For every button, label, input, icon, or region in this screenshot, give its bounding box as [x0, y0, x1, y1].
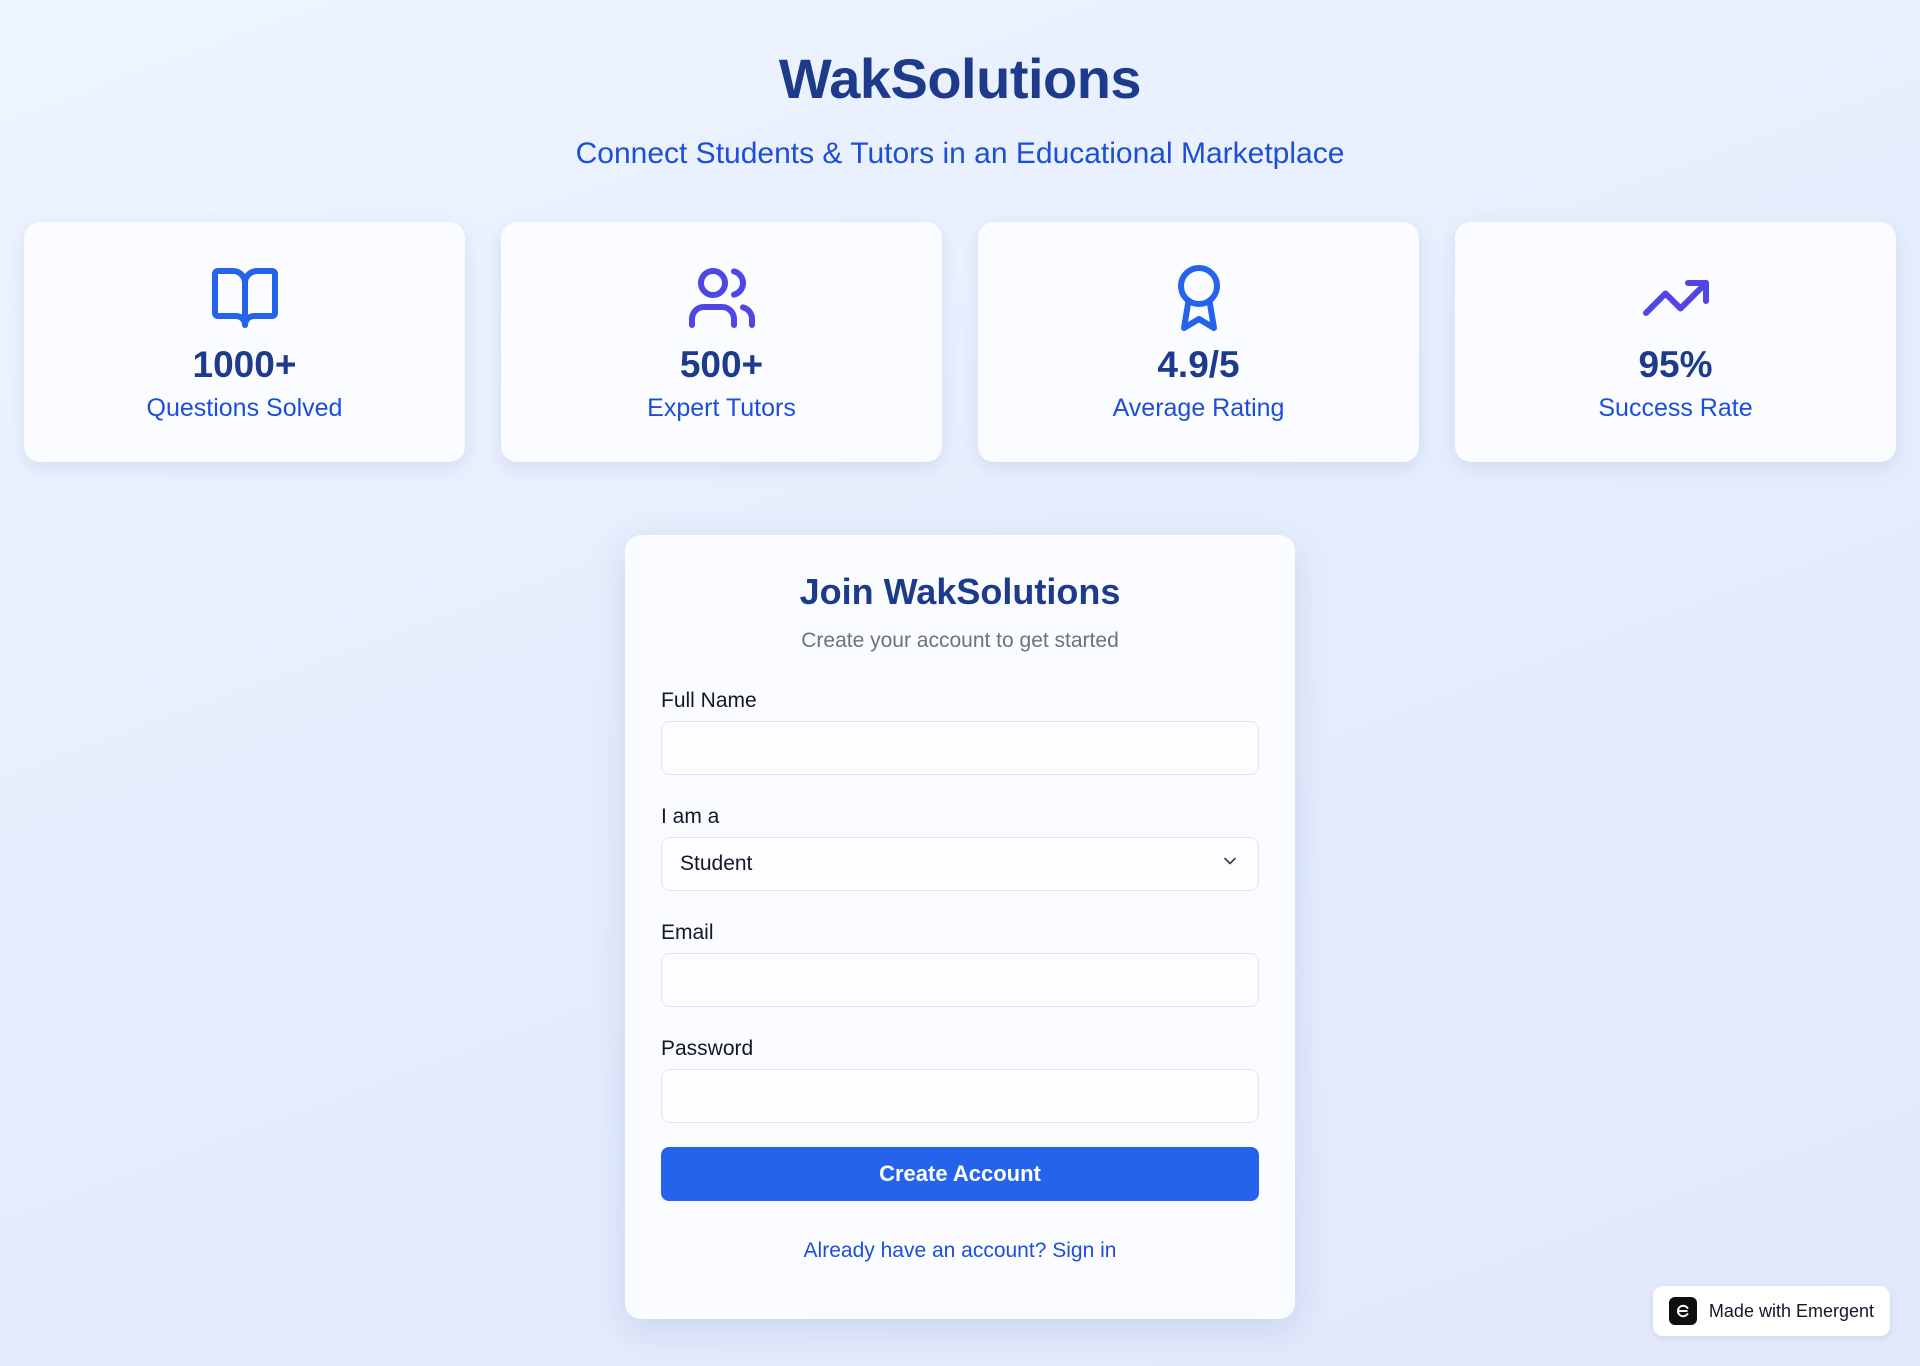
stat-label: Success Rate [1598, 394, 1753, 422]
made-with-emergent-badge[interactable]: Made with Emergent [1652, 1286, 1890, 1336]
site-title: WakSolutions [778, 47, 1142, 110]
full-name-label: Full Name [661, 689, 757, 712]
trending-up-icon [1638, 260, 1714, 336]
email-input[interactable] [661, 953, 1259, 1007]
stat-card-tutors: 500+ Expert Tutors [501, 222, 942, 462]
full-name-group: Full Name [661, 689, 1259, 775]
users-icon [684, 260, 760, 336]
password-input[interactable] [661, 1069, 1259, 1123]
role-group: I am a Student [661, 805, 1259, 891]
stat-value: 1000+ [192, 344, 297, 385]
role-label: I am a [661, 805, 720, 828]
password-group: Password [661, 1037, 1259, 1123]
stat-label: Questions Solved [146, 394, 343, 422]
signup-title: Join WakSolutions [799, 571, 1121, 612]
badge-text: Made with Emergent [1708, 1300, 1874, 1321]
full-name-input[interactable] [661, 721, 1259, 775]
role-select[interactable]: Student [661, 837, 1259, 891]
signup-subtitle: Create your account to get started [801, 629, 1119, 652]
stat-card-questions: 1000+ Questions Solved [24, 222, 465, 462]
stat-value: 95% [1638, 344, 1713, 385]
stat-label: Average Rating [1112, 394, 1285, 422]
stat-value: 4.9/5 [1157, 344, 1240, 385]
stat-card-rating: 4.9/5 Average Rating [978, 222, 1419, 462]
award-icon [1161, 260, 1237, 336]
book-open-icon [207, 260, 283, 336]
chevron-down-icon [1220, 851, 1240, 877]
password-label: Password [661, 1037, 754, 1060]
hero: WakSolutions Connect Students & Tutors i… [0, 0, 1920, 171]
email-group: Email [661, 921, 1259, 1007]
sign-in-link[interactable]: Already have an account? Sign in [661, 1239, 1259, 1263]
stat-card-success: 95% Success Rate [1455, 222, 1896, 462]
site-tagline: Connect Students & Tutors in an Educatio… [575, 137, 1345, 170]
email-label: Email [661, 921, 714, 944]
create-account-button[interactable]: Create Account [661, 1147, 1259, 1201]
emergent-logo-icon [1668, 1297, 1697, 1325]
stat-value: 500+ [679, 344, 764, 385]
stats-row: 1000+ Questions Solved 500+ Expert Tutor… [24, 222, 1896, 462]
role-selected-value: Student [680, 852, 753, 875]
stat-label: Expert Tutors [647, 394, 796, 422]
signup-card: Join WakSolutions Create your account to… [625, 535, 1295, 1319]
